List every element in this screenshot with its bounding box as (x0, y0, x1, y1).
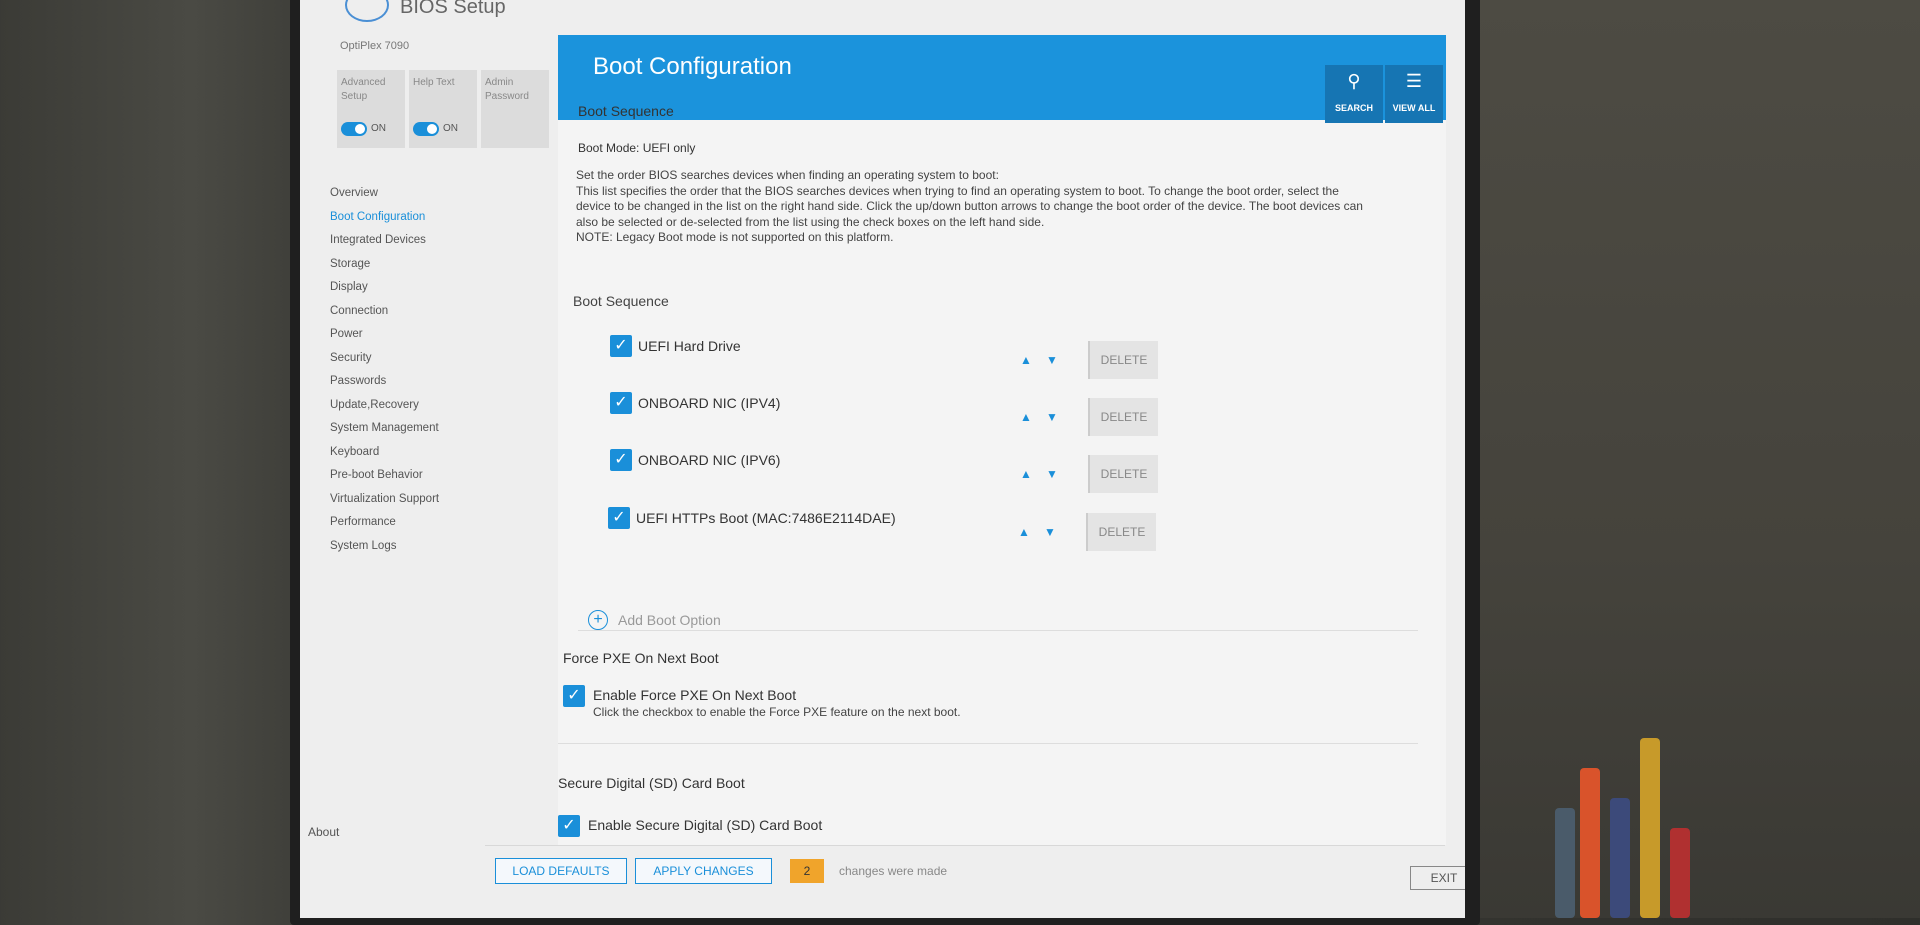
arrow-down-icon[interactable]: ▼ (1046, 353, 1058, 367)
quick-label: Admin Password (485, 77, 529, 102)
footer-bar: LOAD DEFAULTS APPLY CHANGES 2 changes we… (485, 845, 1465, 906)
boot-device-row: ✓ UEFI Hard Drive ▲ ▼ DELETE (558, 335, 1418, 385)
view-all-icon: ☰ (1405, 71, 1423, 91)
pen-red (1670, 828, 1690, 918)
force-pxe-option-label: Enable Force PXE On Next Boot (593, 687, 797, 703)
sidebar-item-storage[interactable]: Storage (330, 253, 439, 277)
sidebar-item-power[interactable]: Power (330, 323, 439, 347)
apply-changes-button[interactable]: APPLY CHANGES (635, 858, 772, 884)
search-button[interactable]: ⚲ SEARCH (1325, 65, 1383, 123)
arrow-up-icon[interactable]: ▲ (1020, 467, 1032, 481)
sidebar-item-preboot-behavior[interactable]: Pre-boot Behavior (330, 464, 439, 488)
boot-sequence-list-title: Boot Sequence (573, 293, 669, 309)
sidebar-item-overview[interactable]: Overview (330, 182, 439, 206)
quick-advanced-setup[interactable]: Advanced Setup ON (337, 70, 405, 148)
sidebar-item-system-management[interactable]: System Management (330, 417, 439, 441)
boot-device-name: ONBOARD NIC (IPV6) (638, 452, 781, 468)
boot-mode-text: Boot Mode: UEFI only (578, 141, 696, 155)
quick-label: Advanced Setup (341, 77, 386, 102)
search-label: SEARCH (1334, 103, 1373, 113)
dell-logo (345, 0, 389, 22)
pen-orange (1580, 768, 1600, 918)
sidebar-item-passwords[interactable]: Passwords (330, 370, 439, 394)
changes-text: changes were made (839, 864, 948, 878)
sidebar-item-boot-configuration[interactable]: Boot Configuration (330, 206, 439, 230)
model-name: OptiPlex 7090 (340, 40, 410, 52)
help-text-toggle[interactable]: ON (413, 122, 458, 136)
sidebar-item-performance[interactable]: Performance (330, 511, 439, 535)
sd-boot-option-label: Enable Secure Digital (SD) Card Boot (588, 817, 823, 833)
add-boot-option-label: Add Boot Option (618, 612, 721, 628)
pen-blue (1610, 798, 1630, 918)
sidebar-item-security[interactable]: Security (330, 347, 439, 371)
quick-label: Help Text (413, 77, 455, 88)
pen-cup (1525, 730, 1775, 918)
bios-screen: BIOS Setup OptiPlex 7090 Advanced Setup … (300, 0, 1465, 918)
section-title-boot-sequence: Boot Sequence (578, 103, 674, 119)
boot-device-row: ✓ ONBOARD NIC (IPV6) ▲ ▼ DELETE (558, 449, 1418, 499)
delete-button[interactable]: DELETE (1086, 513, 1156, 551)
pen-yellow (1640, 738, 1660, 918)
section-title-sd-card-boot: Secure Digital (SD) Card Boot (558, 775, 745, 791)
page-title: Boot Configuration (593, 53, 792, 80)
section-title-force-pxe: Force PXE On Next Boot (563, 650, 719, 666)
sidebar-item-connection[interactable]: Connection (330, 300, 439, 324)
changes-count-badge: 2 (790, 859, 824, 883)
arrow-down-icon[interactable]: ▼ (1046, 467, 1058, 481)
quick-help-text[interactable]: Help Text ON (409, 70, 477, 148)
toggle-state: ON (443, 123, 458, 134)
boot-sequence-description: Set the order BIOS searches devices when… (576, 168, 1363, 245)
quick-admin-password[interactable]: Admin Password (481, 70, 549, 148)
checkbox-icon[interactable]: ✓ (610, 449, 632, 471)
arrow-up-icon[interactable]: ▲ (1020, 353, 1032, 367)
sidebar-item-display[interactable]: Display (330, 276, 439, 300)
checkbox-icon[interactable]: ✓ (608, 507, 630, 529)
checkbox-icon[interactable]: ✓ (610, 335, 632, 357)
delete-button[interactable]: DELETE (1088, 341, 1158, 379)
sidebar-item-update-recovery[interactable]: Update,Recovery (330, 394, 439, 418)
boot-device-name: ONBOARD NIC (IPV4) (638, 395, 781, 411)
boot-device-name: UEFI HTTPs Boot (MAC:7486E2114DAE) (636, 510, 896, 526)
search-icon: ⚲ (1347, 71, 1361, 91)
divider (578, 630, 1418, 631)
checkbox-icon[interactable]: ✓ (563, 685, 585, 707)
toggle-state: ON (371, 123, 386, 134)
arrow-up-icon[interactable]: ▲ (1020, 410, 1032, 424)
boot-device-row: ✓ ONBOARD NIC (IPV4) ▲ ▼ DELETE (558, 392, 1418, 442)
window-title: BIOS Setup (400, 0, 506, 18)
toggle-switch-icon (341, 122, 367, 136)
arrow-down-icon[interactable]: ▼ (1046, 410, 1058, 424)
sidebar-item-system-logs[interactable]: System Logs (330, 535, 439, 559)
sidebar-item-virtualization-support[interactable]: Virtualization Support (330, 488, 439, 512)
exit-button[interactable]: EXIT (1410, 866, 1465, 890)
sidebar-item-integrated-devices[interactable]: Integrated Devices (330, 229, 439, 253)
checkbox-icon[interactable]: ✓ (610, 392, 632, 414)
advanced-setup-toggle[interactable]: ON (341, 122, 386, 136)
sidebar-item-about[interactable]: About (308, 825, 339, 839)
header-banner: Boot Configuration ⚲ SEARCH ☰ VIEW ALL (558, 35, 1446, 123)
cup-body (1555, 808, 1575, 918)
checkbox-icon[interactable]: ✓ (558, 815, 580, 837)
main-panel: Boot Configuration ⚲ SEARCH ☰ VIEW ALL B… (558, 35, 1446, 845)
view-all-label: VIEW ALL (1392, 103, 1436, 113)
plus-circle-icon: + (588, 610, 608, 630)
view-all-button[interactable]: ☰ VIEW ALL (1385, 65, 1443, 123)
load-defaults-button[interactable]: LOAD DEFAULTS (495, 858, 627, 884)
add-boot-option-button[interactable]: + Add Boot Option (588, 610, 721, 630)
divider (558, 743, 1418, 744)
sidebar-item-keyboard[interactable]: Keyboard (330, 441, 439, 465)
force-pxe-help: Click the checkbox to enable the Force P… (593, 705, 961, 719)
boot-device-row: ✓ UEFI HTTPs Boot (MAC:7486E2114DAE) ▲ ▼… (558, 507, 1418, 557)
delete-button[interactable]: DELETE (1088, 398, 1158, 436)
delete-button[interactable]: DELETE (1088, 455, 1158, 493)
arrow-up-icon[interactable]: ▲ (1018, 525, 1030, 539)
arrow-down-icon[interactable]: ▼ (1044, 525, 1056, 539)
sidebar-nav: Overview Boot Configuration Integrated D… (330, 182, 439, 558)
toggle-switch-icon (413, 122, 439, 136)
boot-device-name: UEFI Hard Drive (638, 338, 741, 354)
